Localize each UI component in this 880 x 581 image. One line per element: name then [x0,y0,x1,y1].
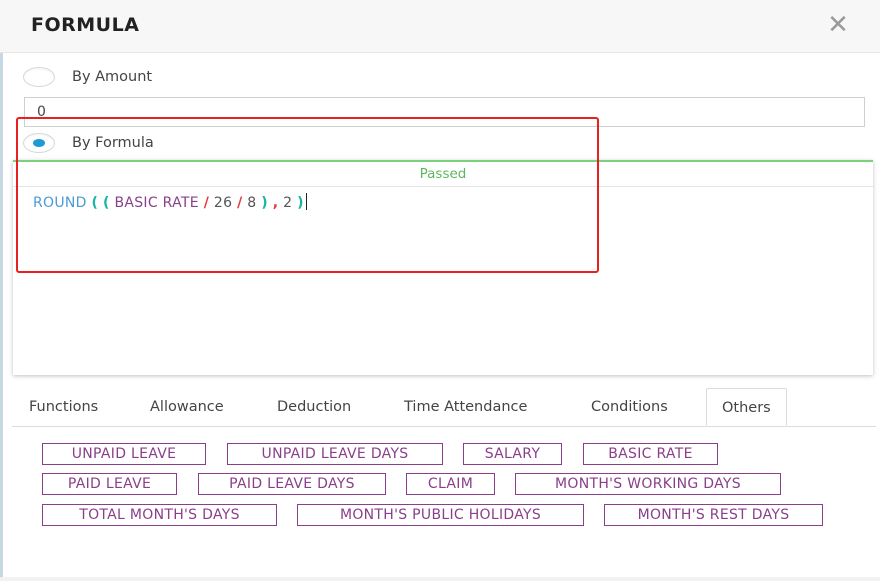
chip-months-rest-days[interactable]: MONTH'S REST DAYS [604,504,823,526]
tab-deduction[interactable]: Deduction [277,388,351,426]
chip-months-working-days[interactable]: MONTH'S WORKING DAYS [515,473,781,495]
annotation-highlight-box [16,117,599,273]
chip-paid-leave[interactable]: PAID LEAVE [42,473,177,495]
chip-basic-rate[interactable]: BASIC RATE [583,443,718,465]
left-edge-decoration [0,0,3,581]
chip-unpaid-leave[interactable]: UNPAID LEAVE [42,443,206,465]
tab-time-attendance[interactable]: Time Attendance [404,388,527,426]
tab-others[interactable]: Others [706,388,787,426]
close-icon[interactable]: ✕ [824,10,852,40]
by-amount-radio[interactable] [23,67,55,87]
bottom-divider [0,577,880,581]
tab-allowance[interactable]: Allowance [150,388,224,426]
chip-total-months-days[interactable]: TOTAL MONTH'S DAYS [42,504,277,526]
tab-conditions[interactable]: Conditions [591,388,668,426]
chip-unpaid-leave-days[interactable]: UNPAID LEAVE DAYS [227,443,443,465]
chip-months-public-holidays[interactable]: MONTH'S PUBLIC HOLIDAYS [297,504,584,526]
modal-header: FORMULA ✕ [0,0,880,53]
chip-claim[interactable]: CLAIM [406,473,495,495]
chip-paid-leave-days[interactable]: PAID LEAVE DAYS [198,473,386,495]
tab-functions[interactable]: Functions [29,388,98,426]
by-amount-label: By Amount [72,69,153,85]
category-tabs: Functions Allowance Deduction Time Atten… [12,388,876,427]
chip-salary[interactable]: SALARY [463,443,562,465]
modal-title: FORMULA [31,14,140,36]
by-amount-option[interactable]: By Amount [23,67,152,87]
